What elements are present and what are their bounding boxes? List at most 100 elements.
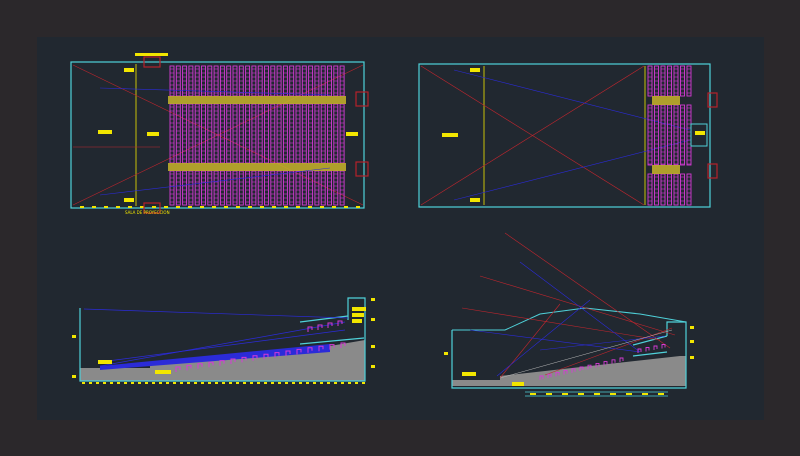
seat-column bbox=[333, 103, 339, 164]
text-mark bbox=[352, 307, 366, 311]
dimension-tick bbox=[215, 382, 218, 384]
seat-column bbox=[270, 103, 276, 164]
text-mark bbox=[352, 319, 362, 323]
door-right-bottom bbox=[707, 163, 718, 179]
dimension-tick bbox=[117, 382, 120, 384]
dimension-tick bbox=[92, 206, 96, 208]
text-mark bbox=[512, 382, 524, 386]
dimension-tick bbox=[260, 206, 264, 208]
dimension-tick bbox=[224, 206, 228, 208]
seat-column bbox=[232, 170, 238, 206]
dimension-tick bbox=[355, 382, 358, 384]
seat-column bbox=[270, 170, 276, 206]
dimension-tick bbox=[285, 382, 288, 384]
dimension-tick bbox=[248, 206, 252, 208]
seat-column bbox=[207, 103, 213, 164]
section-fill bbox=[452, 356, 686, 386]
text-mark bbox=[695, 131, 705, 135]
dimension-tick bbox=[166, 382, 169, 384]
dimension-tick bbox=[278, 382, 281, 384]
dimension-tick bbox=[341, 382, 344, 384]
dimension-tick bbox=[180, 382, 183, 384]
text-mark bbox=[147, 132, 159, 136]
dimension-tick bbox=[299, 382, 302, 384]
dimension-tick bbox=[194, 382, 197, 384]
dimension-tick bbox=[356, 206, 360, 208]
text-mark bbox=[72, 375, 76, 378]
red-sight-line bbox=[499, 303, 561, 379]
text-mark bbox=[371, 298, 375, 301]
seat-column bbox=[188, 103, 194, 164]
dimension-tick bbox=[642, 393, 648, 395]
aisle-bottom bbox=[652, 165, 680, 174]
text-mark bbox=[442, 133, 458, 137]
blue-sight-line bbox=[83, 308, 349, 319]
seat-column bbox=[201, 103, 206, 164]
seat bbox=[619, 357, 624, 362]
red-sight-line bbox=[479, 275, 676, 336]
seat bbox=[645, 347, 650, 352]
dimension-tick bbox=[626, 393, 632, 395]
seat-column bbox=[647, 173, 653, 206]
dimension-tick bbox=[131, 382, 134, 384]
dimension-tick bbox=[327, 382, 330, 384]
dimension-tick bbox=[348, 382, 351, 384]
seat bbox=[611, 359, 616, 364]
door-left-bottom bbox=[355, 161, 369, 177]
dimension-tick bbox=[173, 382, 176, 384]
seat-column bbox=[686, 173, 692, 206]
seat bbox=[327, 322, 333, 328]
dimension-tick bbox=[264, 382, 267, 384]
dimension-tick bbox=[201, 382, 204, 384]
dimension-tick bbox=[187, 382, 190, 384]
dimension-tick bbox=[243, 382, 246, 384]
section-left bbox=[72, 297, 375, 384]
dimension-tick bbox=[188, 206, 192, 208]
dimension-tick bbox=[250, 382, 253, 384]
seat-column bbox=[673, 173, 679, 206]
dimension-tick bbox=[236, 382, 239, 384]
seat-column bbox=[667, 173, 672, 206]
blue-sight-line bbox=[99, 167, 331, 196]
dimension-tick bbox=[152, 206, 156, 208]
blue-sight-line bbox=[496, 299, 591, 377]
dimension-tick bbox=[124, 382, 127, 384]
seat-column bbox=[327, 103, 332, 164]
seat-column bbox=[314, 103, 320, 164]
seat-column bbox=[245, 170, 251, 206]
dimension-tick bbox=[334, 382, 337, 384]
dimension-tick bbox=[320, 206, 324, 208]
text-mark bbox=[124, 68, 134, 72]
seat-column bbox=[308, 170, 314, 206]
dimension-tick bbox=[116, 206, 120, 208]
seat-column bbox=[182, 103, 188, 164]
text-mark bbox=[98, 130, 112, 134]
seat-column bbox=[169, 170, 175, 206]
dimension-tick bbox=[128, 206, 132, 208]
dimension-tick bbox=[362, 382, 365, 384]
seat-column bbox=[194, 170, 200, 206]
seat-column bbox=[301, 103, 307, 164]
seat-column bbox=[282, 170, 288, 206]
text-mark bbox=[462, 372, 476, 376]
dimension-tick bbox=[152, 382, 155, 384]
seat-column bbox=[295, 103, 301, 164]
cad-drawing: SALA DE PROYECCION bbox=[70, 53, 718, 397]
blue-sight-line bbox=[469, 329, 641, 353]
seat-column bbox=[320, 170, 326, 206]
seat-column bbox=[276, 170, 282, 206]
dimension-tick bbox=[292, 382, 295, 384]
seat-column bbox=[219, 170, 225, 206]
red-sight-line bbox=[504, 232, 671, 349]
seat-block-left bbox=[80, 65, 360, 208]
dimension-tick bbox=[284, 206, 288, 208]
seat-column bbox=[257, 103, 263, 164]
seat-column bbox=[251, 103, 257, 164]
dimension-tick bbox=[145, 382, 148, 384]
dimension-tick bbox=[208, 382, 211, 384]
text-mark bbox=[371, 365, 375, 368]
text-mark bbox=[690, 356, 694, 359]
dimension-tick bbox=[140, 206, 144, 208]
seat-column bbox=[295, 170, 301, 206]
section-right bbox=[444, 232, 694, 397]
